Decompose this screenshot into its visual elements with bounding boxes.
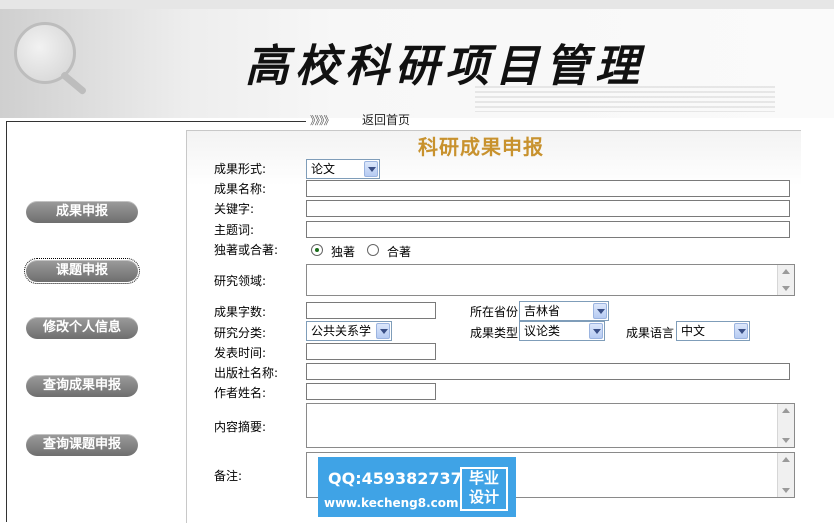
chevron-down-icon[interactable] [589,323,603,339]
scrollbar[interactable] [777,453,794,497]
publisher-label: 出版社名称: [214,366,279,380]
scrollbar[interactable] [777,404,794,447]
category-select[interactable]: 公共关系学 [306,321,392,341]
author-input[interactable] [306,383,436,400]
remark-label: 备注: [214,469,243,483]
publish-time-label: 发表时间: [214,346,267,360]
province-label: 所在省份 [470,305,519,319]
word-count-input[interactable] [306,302,436,319]
sidebar-border [6,121,7,522]
name-label: 成果名称: [214,182,267,196]
chevron-down-icon[interactable] [364,161,378,177]
sidebar-item-query-results[interactable]: 查询成果申报 [26,375,138,397]
site-title: 高校科研项目管理 [245,41,645,92]
chevron-down-icon[interactable] [734,323,748,339]
form-type-label: 成果形式: [214,162,267,176]
sidebar-item-submit-result[interactable]: 成果申报 [26,201,138,223]
result-type-value: 议论类 [524,324,561,338]
nav-arrows-icon: 》》》》 [310,114,334,127]
language-select[interactable]: 中文 [676,321,750,341]
abstract-label: 内容摘要: [214,420,267,434]
field-label: 研究领域: [214,274,267,288]
publish-time-input[interactable] [306,343,436,360]
form-type-select[interactable]: 论文 [306,159,380,179]
ad-badge: 毕业 设计 [460,467,508,511]
watermark-ad: QQ:459382737 www.kecheng8.com 毕业 设计 [318,457,516,517]
name-input[interactable] [306,180,790,197]
form-title: 科研成果申报 [418,135,544,159]
ad-url: www.kecheng8.com [324,496,459,510]
ad-badge-line2: 设计 [468,488,499,506]
language-value: 中文 [681,324,706,338]
ad-qq: QQ:459382737 [328,469,462,488]
authorship-label: 独著或合著: [214,243,279,257]
research-field-textarea[interactable] [306,264,795,296]
author-label: 作者姓名: [214,386,267,400]
category-label: 研究分类: [214,326,267,340]
result-type-select[interactable]: 议论类 [519,321,605,341]
form-type-value: 论文 [311,162,336,176]
keywords-input[interactable] [306,200,790,217]
co-author-label: 合著 [387,245,412,259]
radio-sole-author[interactable] [311,244,323,256]
page-header: 高校科研项目管理 [0,0,834,118]
word-count-label: 成果字数: [214,305,267,319]
abstract-textarea[interactable] [306,403,795,448]
scrollbar[interactable] [777,265,794,295]
publisher-input[interactable] [306,363,790,380]
header-decoration [475,86,775,112]
subject-label: 主题词: [214,223,255,237]
sidebar-item-edit-profile[interactable]: 修改个人信息 [26,317,138,339]
magnifier-handle [59,70,88,96]
radio-co-author[interactable] [367,244,379,256]
result-type-label: 成果类型 [470,326,519,340]
keywords-label: 关键字: [214,202,255,216]
province-select[interactable]: 吉林省 [519,301,609,321]
chevron-down-icon[interactable] [376,323,390,339]
header-top-strip [0,0,834,9]
language-label: 成果语言 [626,326,675,340]
sidebar-item-query-projects[interactable]: 查询课题申报 [26,434,138,456]
category-value: 公共关系学 [311,324,372,338]
nav-divider [6,121,306,122]
subject-input[interactable] [306,221,790,238]
home-link[interactable]: 返回首页 [362,111,410,128]
sole-author-label: 独著 [331,245,356,259]
sidebar-item-submit-project[interactable]: 课题申报 [24,258,140,284]
chevron-down-icon[interactable] [593,303,607,319]
province-value: 吉林省 [524,304,561,318]
ad-badge-line1: 毕业 [468,469,499,487]
